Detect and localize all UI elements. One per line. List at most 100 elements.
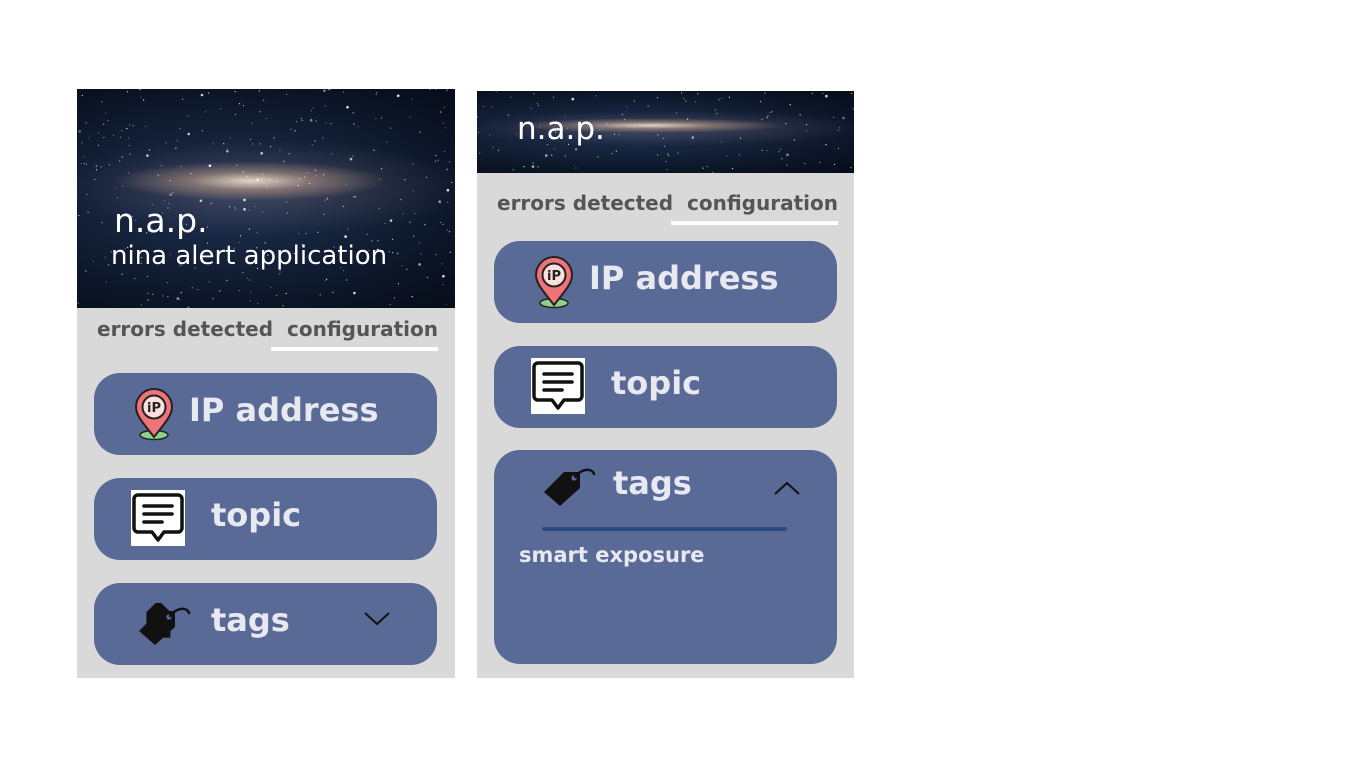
star [446, 229, 448, 231]
star [166, 282, 168, 284]
star [685, 100, 687, 102]
star [714, 109, 716, 111]
star [176, 297, 180, 300]
star [121, 130, 123, 132]
star [234, 207, 236, 209]
star [498, 149, 500, 151]
ip-address-card[interactable]: iP IP address [494, 241, 837, 323]
star [571, 97, 575, 101]
star [121, 273, 123, 275]
star [115, 187, 117, 189]
star [127, 172, 129, 174]
ip-address-card[interactable]: iP IP address [94, 373, 437, 455]
star [234, 90, 236, 93]
tab-errors-detected[interactable]: errors detected [97, 317, 273, 341]
svg-text:iP: iP [547, 269, 561, 284]
star [210, 202, 212, 204]
star [553, 96, 555, 98]
star [731, 168, 734, 170]
star [445, 303, 447, 305]
star [439, 221, 442, 223]
star [804, 162, 806, 165]
star [446, 188, 450, 192]
star [290, 128, 292, 130]
star [507, 114, 509, 116]
star [77, 302, 79, 304]
star [101, 222, 103, 224]
star [442, 223, 444, 225]
star [312, 107, 314, 109]
star [108, 164, 110, 166]
ip-pin-icon: iP [134, 388, 174, 446]
star [837, 147, 839, 149]
star [270, 145, 272, 148]
star [307, 172, 309, 174]
star [492, 146, 494, 148]
star [208, 281, 210, 283]
star [208, 164, 212, 167]
star [419, 242, 421, 244]
star [346, 105, 349, 109]
star [176, 140, 178, 142]
chevron-down-icon[interactable] [364, 611, 390, 630]
star [261, 178, 263, 180]
star [88, 137, 90, 139]
star [309, 118, 313, 122]
star [294, 130, 296, 132]
tab-configuration[interactable]: configuration [687, 191, 838, 215]
star [837, 129, 839, 131]
star [96, 169, 98, 171]
star [236, 164, 238, 166]
star [345, 184, 348, 186]
tags-card-expanded[interactable]: tags smart exposure [494, 450, 837, 664]
tab-errors-detected[interactable]: errors detected [497, 191, 673, 215]
star [259, 143, 261, 145]
star [575, 167, 577, 169]
star [388, 251, 390, 253]
ip-pin-icon: iP [534, 256, 574, 314]
star [353, 196, 355, 198]
star [414, 212, 416, 215]
star [212, 143, 214, 145]
star [169, 180, 171, 182]
star [288, 153, 290, 155]
star [354, 196, 356, 198]
star [786, 153, 789, 157]
star [251, 122, 253, 124]
star [81, 94, 83, 97]
tab-configuration[interactable]: configuration [287, 317, 438, 341]
chevron-up-icon[interactable] [774, 480, 800, 499]
star [126, 128, 128, 130]
tags-card[interactable]: tags [94, 583, 437, 665]
topic-card[interactable]: topic [94, 478, 437, 560]
star [129, 153, 131, 155]
tag-item-smart-exposure[interactable]: smart exposure [519, 543, 705, 567]
star [380, 117, 382, 119]
star [197, 289, 199, 291]
star [401, 265, 403, 267]
star [353, 291, 356, 295]
star [103, 123, 105, 125]
active-tab-indicator [271, 347, 438, 351]
star [347, 228, 349, 230]
star [618, 133, 620, 136]
topic-card[interactable]: topic [494, 346, 837, 428]
star [691, 136, 695, 139]
star [219, 290, 221, 292]
star [657, 134, 659, 136]
galaxy-header-image: n.a.p. [477, 91, 854, 173]
star [624, 119, 626, 121]
star [406, 268, 408, 270]
star [276, 180, 278, 182]
star [323, 174, 325, 176]
star [172, 192, 174, 194]
star [778, 151, 780, 153]
star [412, 163, 414, 165]
star [477, 116, 478, 118]
star [243, 198, 246, 202]
star [325, 122, 327, 124]
star [625, 106, 628, 108]
star [647, 105, 649, 107]
star [103, 137, 105, 139]
star [779, 148, 781, 150]
